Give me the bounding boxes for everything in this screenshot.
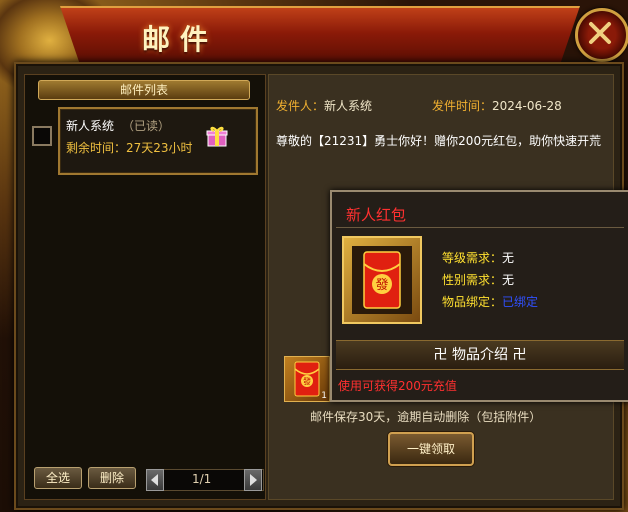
attachment-slot[interactable]: 發 1 — [284, 356, 330, 402]
gift-icon — [206, 126, 228, 147]
mail-item-title: 新人系统 （已读） — [66, 117, 170, 134]
level-value: 无 — [502, 251, 515, 265]
time-value: 2024-06-28 — [492, 99, 562, 113]
close-icon — [589, 22, 611, 44]
page-prev-button[interactable] — [146, 469, 164, 491]
window-title: 邮件 — [142, 23, 219, 56]
tooltip-item-name: 新人红包 — [346, 206, 407, 224]
arrow-left-icon — [151, 474, 158, 486]
gender-label: 性别需求： — [442, 273, 503, 287]
delete-button[interactable]: 删除 — [88, 467, 136, 489]
tooltip-intro-header: 卍 物品介绍 卍 — [336, 340, 624, 370]
mail-time-row: 发件时间：2024-06-28 — [432, 97, 562, 114]
mail-keep-note: 邮件保存30天，逾期自动删除（包括附件） — [310, 410, 542, 424]
tooltip-item-icon-frame: 發 — [342, 236, 422, 324]
tooltip-level-row: 等级需求：无 — [442, 249, 514, 266]
svg-text:發: 發 — [303, 377, 311, 386]
mail-item-remaining: 剩余时间：27天23小时 — [66, 141, 193, 155]
sender-value: 新人系统 — [324, 99, 373, 113]
mail-list-header: 邮件列表 — [38, 80, 250, 100]
red-envelope-icon: 發 — [352, 246, 412, 314]
level-label: 等级需求： — [442, 251, 503, 265]
tooltip-bind-row: 物品绑定：已绑定 — [442, 293, 538, 310]
gender-value: 无 — [502, 273, 515, 287]
mail-sender-row: 发件人：新人系统 — [276, 97, 372, 114]
select-all-button[interactable]: 全选 — [34, 467, 82, 489]
mail-list-item[interactable]: 新人系统 （已读） 剩余时间：27天23小时 — [58, 107, 258, 175]
arrow-right-icon — [250, 474, 257, 486]
claim-all-button[interactable]: 一键领取 — [388, 432, 474, 466]
close-button[interactable] — [575, 8, 628, 62]
mail-item-checkbox[interactable] — [32, 126, 52, 146]
page-next-button[interactable] — [244, 469, 262, 491]
tooltip-description: 使用可获得200元充值 — [338, 379, 457, 393]
tooltip-divider — [336, 227, 624, 228]
time-label: 发件时间： — [432, 99, 493, 113]
mail-body: 尊敬的【21231】勇士你好！赠你200元红包，助你快速开荒 — [276, 134, 602, 148]
mail-item-status: （已读） — [122, 119, 171, 133]
page-indicator: 1/1 — [192, 472, 212, 486]
svg-text:發: 發 — [375, 278, 388, 293]
attachment-count: 1 — [321, 391, 327, 401]
bind-value: 已绑定 — [502, 295, 539, 309]
title-bar — [60, 6, 580, 67]
bind-label: 物品绑定： — [442, 295, 503, 309]
sender-label: 发件人： — [276, 99, 325, 113]
tooltip-gender-row: 性别需求：无 — [442, 271, 514, 288]
mail-item-sender: 新人系统 — [66, 119, 115, 133]
